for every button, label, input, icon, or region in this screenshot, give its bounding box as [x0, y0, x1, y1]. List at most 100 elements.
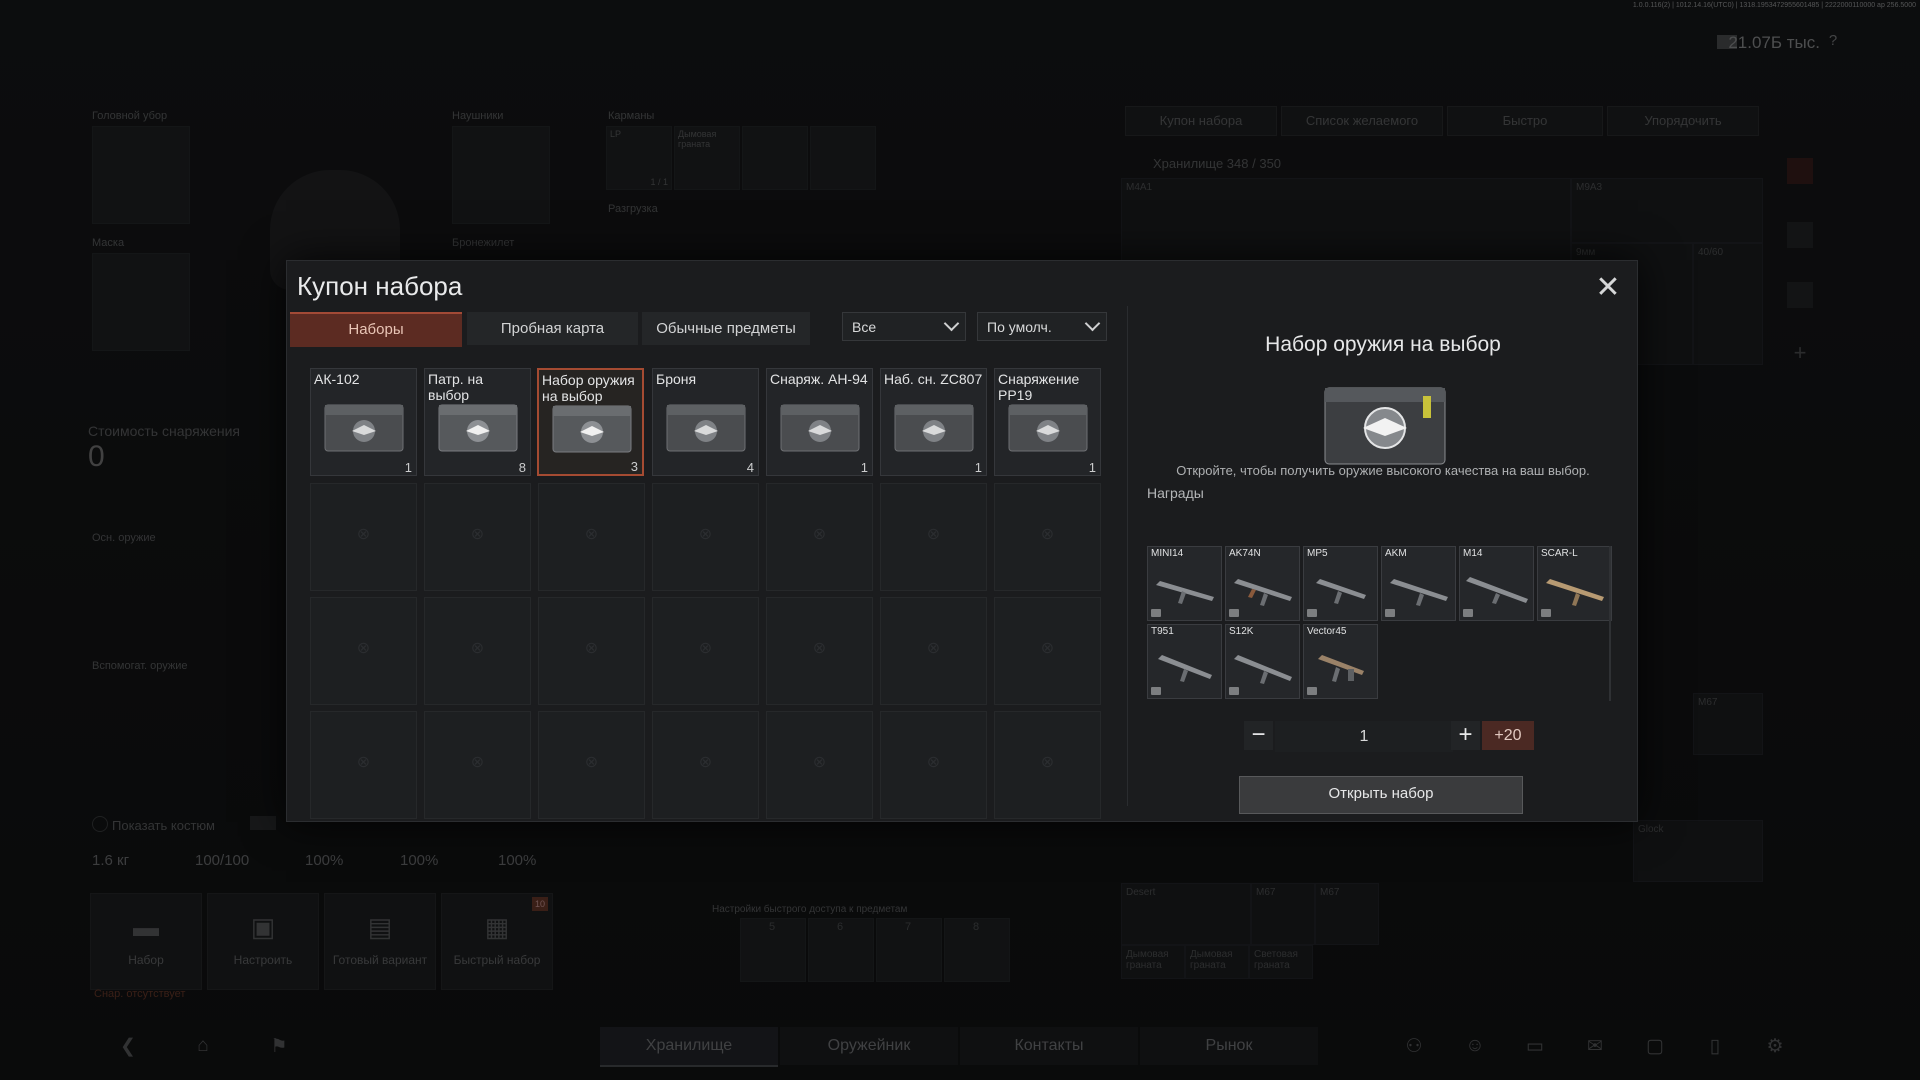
empty-slot — [766, 597, 873, 705]
kit-detail-title: Набор оружия на выбор — [1265, 333, 1501, 356]
kit-name: Броня — [656, 371, 697, 387]
box-icon — [1151, 687, 1161, 695]
filter-dropdown[interactable]: Все — [842, 312, 966, 341]
empty-slot — [994, 711, 1101, 819]
rewards-label: Награды — [1147, 485, 1204, 501]
empty-slot — [538, 597, 645, 705]
filter-value: Все — [852, 319, 877, 335]
kit-card[interactable]: Снаряжение PP19 1 — [994, 368, 1101, 476]
reward-name: SCAR-L — [1541, 548, 1578, 559]
kit-name: Наб. сн. ZC807 — [884, 371, 983, 387]
rifle-icon — [1546, 579, 1604, 606]
empty-slot — [424, 711, 531, 819]
crate-icon — [894, 404, 974, 452]
crate-icon — [324, 404, 404, 452]
reward-name: AK74N — [1229, 548, 1261, 559]
kit-card-selected[interactable]: Набор оружия на выбор 3 — [537, 368, 644, 476]
empty-slot — [310, 597, 417, 705]
reward-item[interactable]: AKM — [1381, 546, 1456, 621]
empty-slot — [538, 711, 645, 819]
empty-slot — [994, 483, 1101, 591]
box-icon — [1229, 687, 1239, 695]
crate-icon — [1008, 404, 1088, 452]
crate-icon — [552, 405, 632, 453]
kit-card[interactable]: Патр. на выбор 8 — [424, 368, 531, 476]
rifle-icon — [1390, 579, 1448, 606]
empty-slot — [652, 597, 759, 705]
reward-name: AKM — [1385, 548, 1407, 559]
kit-count: 1 — [1088, 460, 1096, 475]
reward-item[interactable]: Vector45 — [1303, 624, 1378, 699]
empty-slot — [994, 597, 1101, 705]
reward-name: MINI14 — [1151, 548, 1184, 559]
reward-item[interactable]: SCAR-L — [1537, 546, 1612, 621]
box-icon — [1463, 609, 1473, 617]
crate-icon — [666, 404, 746, 452]
reward-item[interactable]: MINI14 — [1147, 546, 1222, 621]
kit-name: Набор оружия на выбор — [542, 372, 635, 404]
reward-item[interactable]: T951 — [1147, 624, 1222, 699]
kit-count: 8 — [518, 460, 526, 475]
crate-icon — [1324, 387, 1446, 465]
box-icon — [1229, 609, 1239, 617]
reward-name: S12K — [1229, 626, 1254, 637]
quantity-increase-button[interactable]: + — [1451, 721, 1480, 750]
kit-name: Патр. на выбор — [428, 371, 484, 403]
kit-count: 1 — [404, 460, 412, 475]
rifle-icon — [1316, 579, 1366, 604]
kit-name: Снаряж. АН-94 — [770, 371, 868, 387]
crate-icon — [780, 404, 860, 452]
kit-detail-panel: Набор оружия на выбор Откройте, чтобы по… — [1129, 261, 1637, 821]
reward-item[interactable]: M14 — [1459, 546, 1534, 621]
chevron-down-icon — [1084, 315, 1101, 332]
quantity-plus20-button[interactable]: +20 — [1482, 721, 1534, 750]
box-icon — [1541, 609, 1551, 617]
empty-slot — [880, 711, 987, 819]
reward-name: MP5 — [1307, 548, 1328, 559]
quantity-input[interactable] — [1275, 721, 1453, 752]
kit-card[interactable]: Снаряж. АН-94 1 — [766, 368, 873, 476]
reward-item[interactable]: S12K — [1225, 624, 1300, 699]
dialog-title: Купон набора — [297, 271, 463, 301]
rifle-icon — [1156, 581, 1214, 604]
tab-trial-card[interactable]: Пробная карта — [467, 312, 638, 345]
open-kit-button[interactable]: Открыть набор — [1239, 776, 1523, 814]
quantity-decrease-button[interactable]: − — [1244, 721, 1273, 750]
kit-count: 4 — [746, 460, 754, 475]
sort-dropdown[interactable]: По умолч. — [977, 312, 1107, 341]
empty-slot — [424, 483, 531, 591]
reward-item[interactable]: AK74N — [1225, 546, 1300, 621]
reward-item[interactable]: MP5 — [1303, 546, 1378, 621]
box-icon — [1385, 609, 1395, 617]
smg-icon — [1318, 655, 1364, 682]
reward-name: Vector45 — [1307, 626, 1347, 637]
divider — [1127, 306, 1128, 806]
empty-slot — [766, 711, 873, 819]
chevron-down-icon — [943, 315, 960, 332]
tab-kits[interactable]: Наборы — [290, 312, 462, 347]
empty-slot — [538, 483, 645, 591]
sort-value: По умолч. — [987, 319, 1052, 335]
empty-slot — [766, 483, 873, 591]
kit-count: 3 — [630, 459, 638, 474]
kit-card[interactable]: Наб. сн. ZC807 1 — [880, 368, 987, 476]
rifle-icon — [1158, 655, 1212, 682]
box-icon — [1307, 687, 1317, 695]
empty-slot — [652, 483, 759, 591]
rewards-scrollbar[interactable] — [1609, 546, 1611, 701]
kit-card[interactable]: АК-102 1 — [310, 368, 417, 476]
kit-coupon-dialog: Купон набора ✕ Наборы Пробная карта Обыч… — [286, 260, 1638, 822]
kit-count: 1 — [974, 460, 982, 475]
rifle-icon — [1466, 577, 1528, 604]
kit-card[interactable]: Броня 4 — [652, 368, 759, 476]
rifle-icon — [1234, 579, 1292, 606]
kit-name: АК-102 — [314, 371, 360, 387]
tab-common-items[interactable]: Обычные предметы — [642, 312, 810, 345]
empty-slot — [310, 483, 417, 591]
empty-slot — [424, 597, 531, 705]
empty-slot — [652, 711, 759, 819]
kit-detail-description: Откройте, чтобы получить оружие высокого… — [1176, 463, 1590, 478]
empty-slot — [880, 483, 987, 591]
kit-count: 1 — [860, 460, 868, 475]
reward-name: T951 — [1151, 626, 1174, 637]
